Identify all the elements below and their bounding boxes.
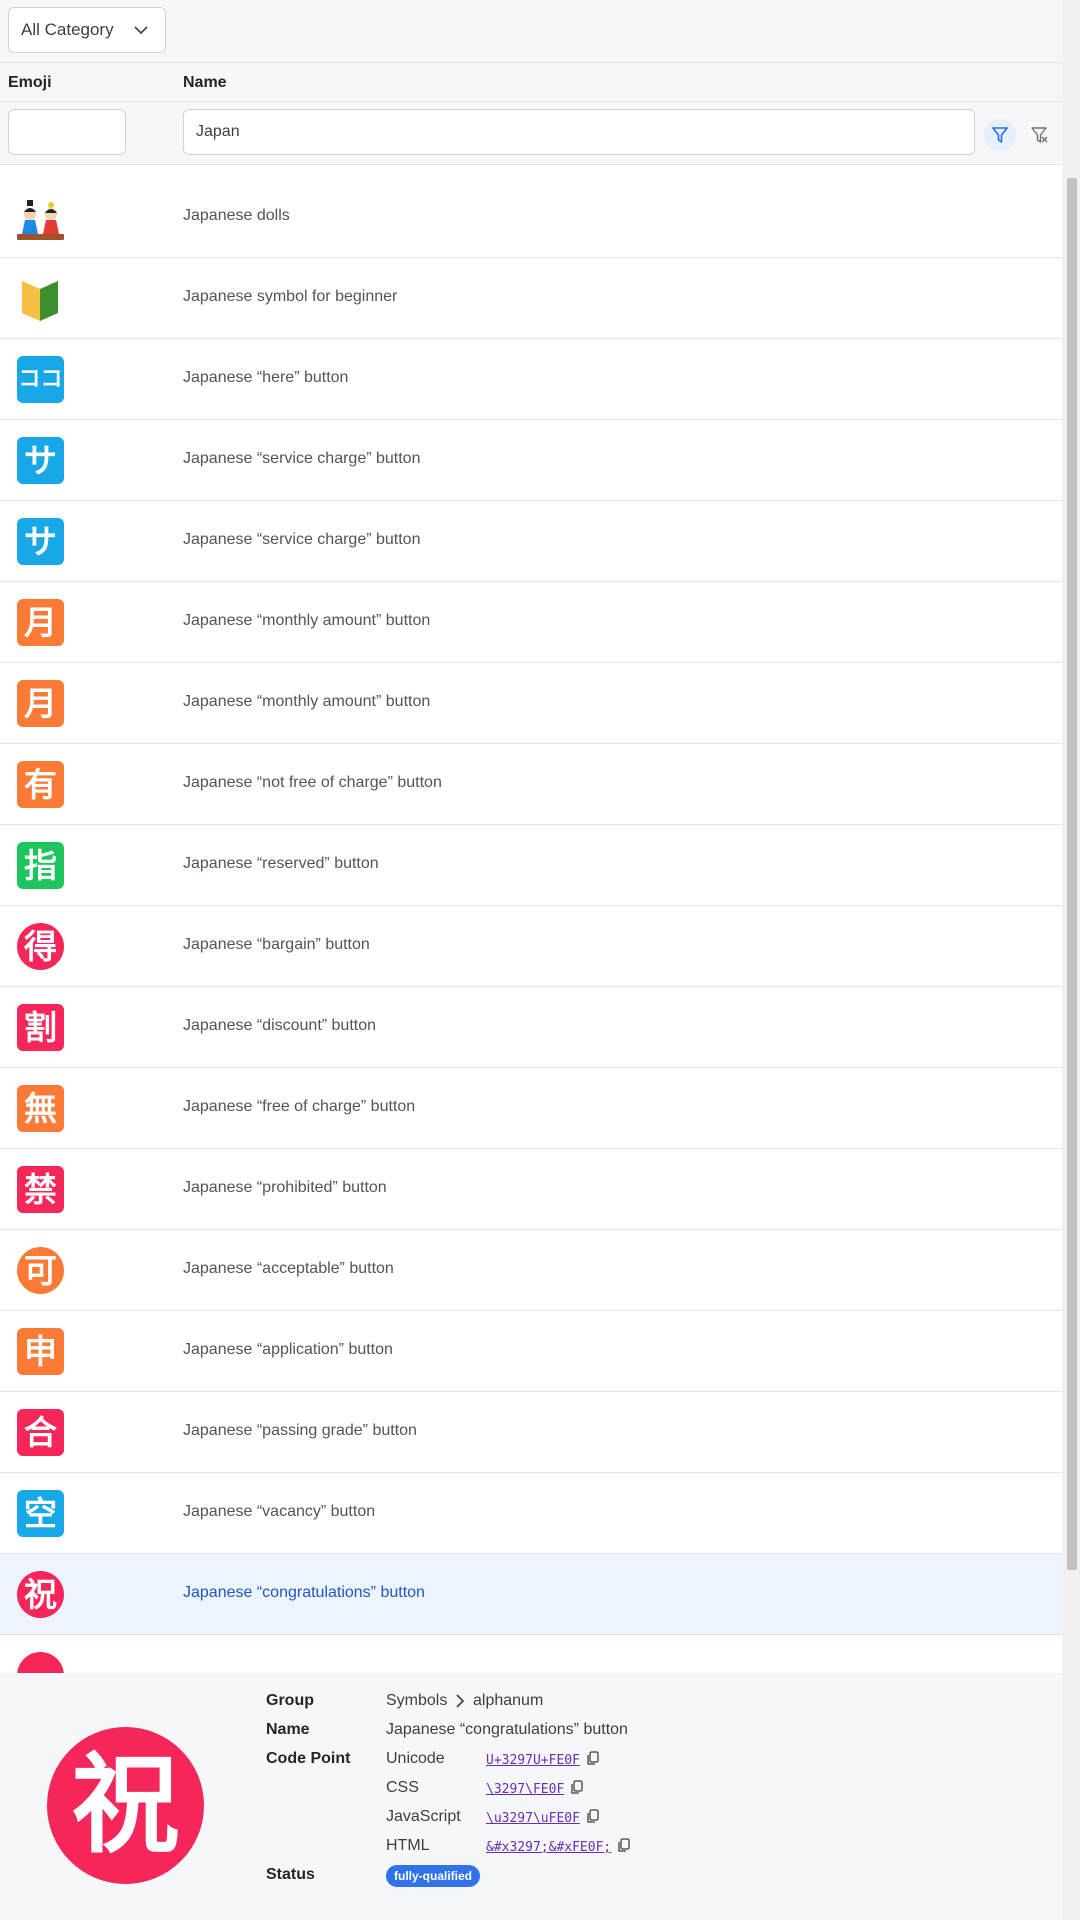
- scrollbar[interactable]: [1062, 0, 1080, 1920]
- detail-name: Japanese “congratulations” button: [386, 1721, 628, 1738]
- detail-status-label: Status: [266, 1866, 315, 1883]
- filter-icon: [992, 127, 1008, 143]
- detail-codepoint-label: Code Point: [266, 1750, 351, 1767]
- table-row[interactable]: 月 Japanese “monthly amount” button: [0, 582, 1062, 663]
- emoji-reserved-button-icon: 指: [17, 842, 64, 889]
- emoji-name: Japanese “application” button: [183, 1341, 393, 1358]
- table-header: Emoji Name: [0, 63, 1062, 102]
- japanese-dolls-icon: [17, 194, 64, 241]
- emoji-discount-button-icon: 割: [17, 1004, 64, 1051]
- table-row[interactable]: Japanese symbol for beginner: [0, 258, 1062, 339]
- emoji-name: Japanese “bargain” button: [183, 936, 370, 953]
- emoji-name: Japanese “monthly amount” button: [183, 612, 431, 629]
- table-row[interactable]: サ Japanese “service charge” button: [0, 501, 1062, 582]
- emoji-passing-grade-button-icon: 合: [17, 1409, 64, 1456]
- detail-group[interactable]: Symbols: [386, 1692, 447, 1710]
- table-row[interactable]: ココ Japanese “here” button: [0, 339, 1062, 420]
- table-row[interactable]: 無 Japanese “free of charge” button: [0, 1068, 1062, 1149]
- scrollbar-thumb[interactable]: [1067, 178, 1077, 1570]
- partial-emoji-icon: [17, 1652, 64, 1673]
- copy-html[interactable]: &#x3297;&#xFE0F;: [486, 1838, 630, 1857]
- copy-icon[interactable]: [617, 1838, 630, 1857]
- copy-unicode[interactable]: U+3297U+FE0F: [486, 1751, 599, 1770]
- copy-icon[interactable]: [586, 1809, 599, 1828]
- name-filter-input[interactable]: [183, 109, 975, 155]
- emoji-name: Japanese “not free of charge” button: [183, 774, 442, 791]
- emoji-name: Japanese “prohibited” button: [183, 1179, 387, 1196]
- emoji-monthly-amount-button-icon: 月: [17, 680, 64, 727]
- category-select-value: All Category: [21, 20, 114, 39]
- detail-css-value[interactable]: \3297\FE0F: [486, 1782, 564, 1797]
- detail-group-label: Group: [266, 1692, 314, 1709]
- copy-icon[interactable]: [586, 1751, 599, 1770]
- emoji-name: Japanese “congratulations” button: [183, 1584, 425, 1601]
- detail-js-value[interactable]: \u3297\uFE0F: [486, 1811, 580, 1826]
- table-row[interactable]: 合 Japanese “passing grade” button: [0, 1392, 1062, 1473]
- toolbar: All Category: [0, 0, 1062, 63]
- emoji-name: Japanese “acceptable” button: [183, 1260, 394, 1277]
- table-row[interactable]: 可 Japanese “acceptable” button: [0, 1230, 1062, 1311]
- emoji-name: Japanese symbol for beginner: [183, 288, 398, 305]
- table-row[interactable]: 月 Japanese “monthly amount” button: [0, 663, 1062, 744]
- emoji-name: Japanese “service charge” button: [183, 450, 421, 467]
- table-row[interactable]: 指 Japanese “reserved” button: [0, 825, 1062, 906]
- clear-filter-icon: [1031, 127, 1048, 143]
- emoji-bargain-button-icon: 得: [17, 923, 64, 970]
- table-row[interactable]: 空 Japanese “vacancy” button: [0, 1473, 1062, 1554]
- detail-unicode-value[interactable]: U+3297U+FE0F: [486, 1753, 580, 1768]
- table-row[interactable]: 祝 Japanese “congratulations” button: [0, 1554, 1062, 1635]
- table-row[interactable]: 割 Japanese “discount” button: [0, 987, 1062, 1068]
- table-row[interactable]: 申 Japanese “application” button: [0, 1311, 1062, 1392]
- clear-filter-button[interactable]: [1023, 119, 1055, 151]
- emoji-filter-input[interactable]: [8, 109, 126, 155]
- emoji-application-button-icon: 申: [17, 1328, 64, 1375]
- table-row[interactable]: サ Japanese “service charge” button: [0, 420, 1062, 501]
- emoji-name: Japanese “here” button: [183, 369, 349, 386]
- filter-button[interactable]: [984, 119, 1016, 151]
- copy-icon[interactable]: [570, 1780, 583, 1799]
- emoji-vacancy-button-icon: 空: [17, 1490, 64, 1537]
- detail-emoji-preview: 祝: [47, 1727, 204, 1884]
- emoji-name: Japanese dolls: [183, 207, 290, 224]
- chevron-down-icon: [134, 26, 148, 35]
- emoji-acceptable-button-icon: 可: [17, 1247, 64, 1294]
- table-row[interactable]: 禁 Japanese “prohibited” button: [0, 1149, 1062, 1230]
- beginner-symbol-icon: [17, 275, 64, 322]
- emoji-service-charge-button-icon: サ: [17, 518, 64, 565]
- detail-css-label: CSS: [386, 1779, 419, 1796]
- emoji-here-button-icon: ココ: [17, 356, 64, 403]
- emoji-not-free-of-charge-button-icon: 有: [17, 761, 64, 808]
- status-badge: fully-qualified: [386, 1865, 480, 1887]
- emoji-prohibited-button-icon: 禁: [17, 1166, 64, 1213]
- emoji-monthly-amount-button-icon: 月: [17, 599, 64, 646]
- category-select[interactable]: All Category: [8, 7, 166, 53]
- emoji-name: Japanese “monthly amount” button: [183, 693, 431, 710]
- table-row[interactable]: 有 Japanese “not free of charge” button: [0, 744, 1062, 825]
- filter-row: [0, 102, 1062, 165]
- copy-js[interactable]: \u3297\uFE0F: [486, 1809, 599, 1828]
- emoji-list: Japanese dolls Japanese symbol for beginn…: [0, 165, 1062, 1673]
- emoji-name: Japanese “reserved” button: [183, 855, 379, 872]
- emoji-name: Japanese “passing grade” button: [183, 1422, 417, 1439]
- emoji-name: Japanese “discount” button: [183, 1017, 377, 1034]
- emoji-free-of-charge-button-icon: 無: [17, 1085, 64, 1132]
- table-row[interactable]: 得 Japanese “bargain” button: [0, 906, 1062, 987]
- emoji-congratulations-button-icon: 祝: [17, 1571, 64, 1618]
- emoji-name: Japanese “vacancy” button: [183, 1503, 376, 1520]
- emoji-service-charge-button-icon: サ: [17, 437, 64, 484]
- detail-name-label: Name: [266, 1721, 310, 1738]
- detail-js-label: JavaScript: [386, 1808, 461, 1825]
- column-header-name[interactable]: Name: [183, 74, 227, 92]
- table-row-partial-bottom[interactable]: [0, 1635, 1062, 1673]
- emoji-name: Japanese “service charge” button: [183, 531, 421, 548]
- detail-html-value[interactable]: &#x3297;&#xFE0F;: [486, 1840, 611, 1855]
- detail-unicode-label: Unicode: [386, 1750, 445, 1767]
- copy-css[interactable]: \3297\FE0F: [486, 1780, 583, 1799]
- table-row[interactable]: Japanese dolls: [0, 177, 1062, 258]
- detail-subgroup[interactable]: alphanum: [473, 1692, 543, 1710]
- emoji-name: Japanese “free of charge” button: [183, 1098, 416, 1115]
- detail-html-label: HTML: [386, 1837, 430, 1854]
- chevron-right-icon: [456, 1694, 465, 1708]
- column-header-emoji[interactable]: Emoji: [8, 74, 52, 92]
